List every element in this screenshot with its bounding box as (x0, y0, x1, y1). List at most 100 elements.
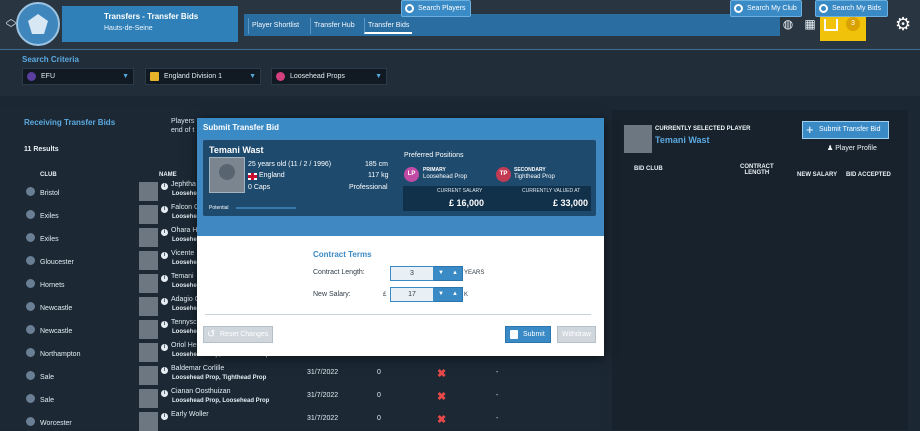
club-cell[interactable]: Northampton (26, 348, 80, 358)
player-avatar (139, 366, 158, 385)
club-cell[interactable]: Exiles (26, 233, 59, 243)
club-cell[interactable]: Hornets (26, 279, 65, 289)
player-positions: Loosehea (172, 237, 201, 243)
player-profile-link[interactable]: ♟ Player Profile (827, 144, 877, 152)
valued-at-label: CURRENTLY VALUED AT (522, 188, 581, 194)
club-cell[interactable]: Exiles (26, 210, 59, 220)
position-dropdown[interactable]: Loosehead Props ▼ (271, 68, 387, 85)
division-logo-icon (150, 72, 159, 81)
fee-cell: - (496, 369, 499, 376)
search-my-club-button[interactable]: Search My Club (730, 0, 802, 17)
player-name[interactable]: Vicente (171, 250, 194, 257)
club-cell[interactable]: Bristol (26, 187, 59, 197)
increase-length-button[interactable]: ▲ (450, 266, 460, 281)
player-avatar (139, 182, 158, 201)
submit-button[interactable]: Submit (505, 326, 551, 343)
submit-transfer-bid-button[interactable]: + Submit Transfer Bid (802, 121, 889, 139)
club-logo-icon (26, 233, 35, 242)
player-name[interactable]: Falcon G (171, 204, 199, 211)
player-name[interactable]: Early Woller (171, 411, 209, 418)
potential-bar (236, 207, 296, 209)
club-cell[interactable]: Sale (26, 371, 54, 381)
info-icon[interactable]: i (161, 344, 168, 351)
rejected-x-icon: ✖ (437, 414, 447, 426)
plus-icon: + (806, 122, 814, 137)
contract-terms-title: Contract Terms (313, 250, 372, 259)
club-name: Sale (40, 397, 55, 404)
club-cell[interactable]: Gloucester (26, 256, 74, 266)
info-icon[interactable]: i (161, 367, 168, 374)
info-icon[interactable]: i (161, 206, 168, 213)
decrease-salary-button[interactable]: ▼ (436, 287, 446, 302)
player-profile-label: Player Profile (835, 145, 877, 152)
club-cell[interactable]: Newcastle (26, 302, 72, 312)
bid-date: 31/7/2022 (307, 392, 339, 399)
club-cell[interactable]: Sale (26, 394, 54, 404)
player-name[interactable]: Oriol He (171, 342, 197, 349)
bid-count: 0 (377, 392, 381, 399)
player-name[interactable]: Tennysc (171, 319, 197, 326)
club-name: Newcastle (40, 305, 73, 312)
primary-position: Loosehead Prop (423, 174, 468, 180)
info-icon[interactable]: i (161, 298, 168, 305)
federation-dropdown[interactable]: EFU ▼ (22, 68, 134, 85)
position-value: Loosehead Props (290, 73, 345, 80)
player-name[interactable]: Cianan Oosthuizan (171, 388, 231, 395)
col-header-new-salary[interactable]: NEW SALARY (797, 172, 837, 178)
globe-icon[interactable]: ◍ (780, 16, 796, 32)
inbox-icon (824, 19, 838, 31)
reset-changes-button[interactable]: ↺ Reset Changes (203, 326, 273, 343)
col-header-bid-club[interactable]: BID CLUB (634, 166, 663, 172)
club-name: Hornets (40, 282, 65, 289)
player-name[interactable]: Jephtha (171, 181, 196, 188)
new-salary-value[interactable]: 17 (390, 287, 434, 302)
calendar-icon[interactable]: ▦ (802, 16, 818, 32)
player-name[interactable]: Ohara H (171, 227, 197, 234)
gear-icon[interactable]: ⚙ (895, 14, 911, 35)
player-avatar (139, 297, 158, 316)
col-header-bid-accepted[interactable]: BID ACCEPTED (846, 172, 891, 178)
increase-salary-button[interactable]: ▲ (450, 287, 460, 302)
federation-flag-icon (27, 72, 36, 81)
club-badge-icon[interactable] (16, 2, 60, 46)
player-positions: Loosehea (172, 260, 201, 266)
withdraw-button[interactable]: Withdraw (557, 326, 596, 343)
player-caps: 0 Caps (248, 184, 271, 191)
col-header-contract-length[interactable]: CONTRACT LENGTH (740, 164, 774, 176)
player-avatar (139, 251, 158, 270)
col-header-name[interactable]: NAME (159, 172, 177, 178)
bid-count: 0 (377, 369, 381, 376)
target-icon (819, 4, 828, 13)
page-title: Transfers - Transfer Bids (104, 12, 199, 21)
tab-transfer-bids[interactable]: Transfer Bids (364, 18, 413, 34)
club-name: Gloucester (40, 259, 74, 266)
player-name[interactable]: Adagio C (171, 296, 200, 303)
search-players-button[interactable]: Search Players (401, 0, 471, 17)
club-cell[interactable]: Worcester (26, 417, 72, 427)
search-my-bids-button[interactable]: Search My Bids (815, 0, 888, 17)
info-icon[interactable]: i (161, 413, 168, 420)
target-icon (405, 4, 414, 13)
contract-length-value[interactable]: 3 (390, 266, 434, 281)
dialog-title: Submit Transfer Bid (203, 123, 280, 132)
info-icon[interactable]: i (161, 183, 168, 190)
player-name[interactable]: Baldemar Corlille (171, 365, 224, 372)
selected-player-name[interactable]: Temani Wast (655, 135, 710, 145)
info-icon[interactable]: i (161, 321, 168, 328)
selected-player-label: CURRENTLY SELECTED PLAYER (655, 126, 751, 132)
player-positions: Loosehead Prop, Tighthead Prop (172, 375, 267, 381)
info-icon[interactable]: i (161, 390, 168, 397)
preferred-positions-title: Preferred Positions (404, 152, 464, 159)
info-icon[interactable]: i (161, 252, 168, 259)
division-dropdown[interactable]: England Division 1 ▼ (145, 68, 261, 85)
tab-transfer-hub[interactable]: Transfer Hub (310, 18, 358, 34)
club-logo-icon (26, 302, 35, 311)
col-header-club[interactable]: CLUB (40, 172, 57, 178)
bid-date: 31/7/2022 (307, 369, 339, 376)
info-icon[interactable]: i (161, 229, 168, 236)
tab-player-shortlist[interactable]: Player Shortlist (248, 18, 302, 34)
club-cell[interactable]: Newcastle (26, 325, 72, 335)
decrease-length-button[interactable]: ▼ (436, 266, 446, 281)
info-icon[interactable]: i (161, 275, 168, 282)
player-name[interactable]: Temani (171, 273, 194, 280)
